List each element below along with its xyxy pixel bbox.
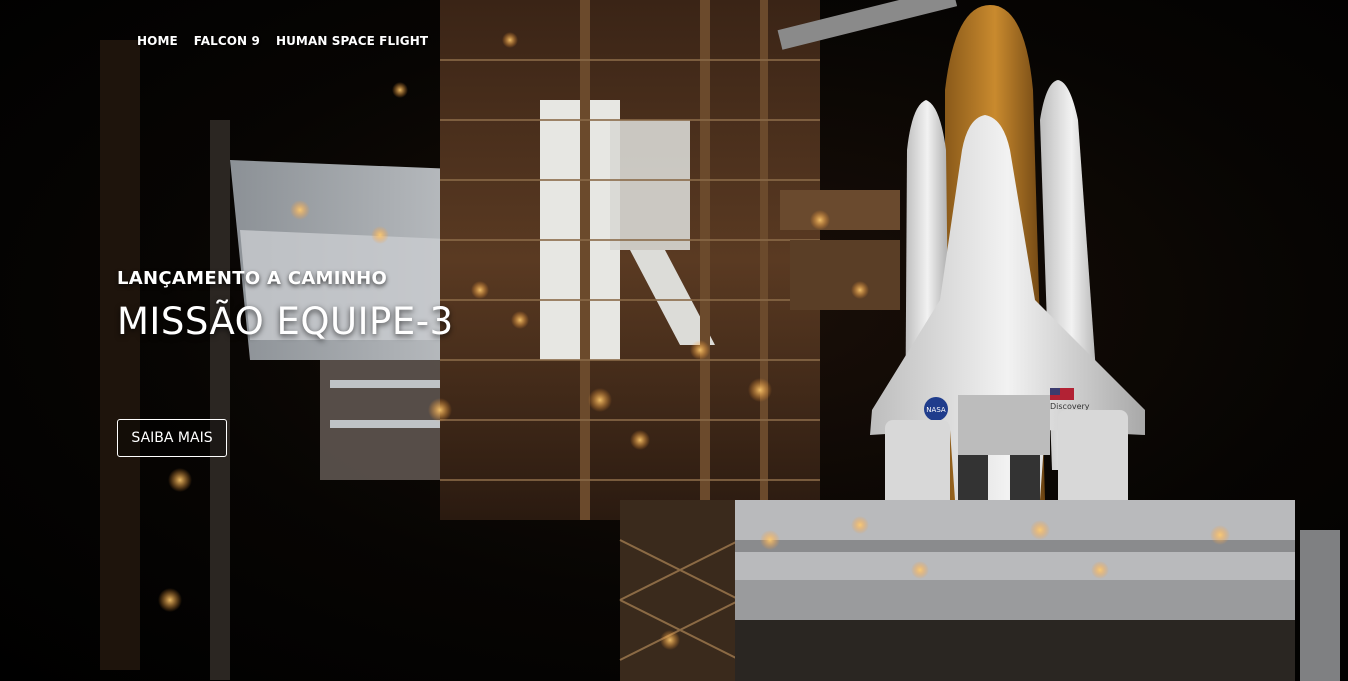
nav-link-home[interactable]: HOME: [137, 34, 178, 48]
learn-more-button[interactable]: SAIBA MAIS: [117, 419, 227, 457]
hero-headline: MISSÃO EQUIPE-3: [117, 300, 454, 343]
nav-link-falcon-9[interactable]: FALCON 9: [194, 34, 260, 48]
nasa-logo-text: NASA: [926, 406, 946, 414]
orbiter-name-text: Discovery: [1050, 402, 1090, 411]
main-nav: HOME FALCON 9 HUMAN SPACE FLIGHT: [137, 34, 428, 48]
nav-link-human-space-flight[interactable]: HUMAN SPACE FLIGHT: [276, 34, 428, 48]
hero-kicker: LANÇAMENTO A CAMINHO: [117, 268, 388, 289]
